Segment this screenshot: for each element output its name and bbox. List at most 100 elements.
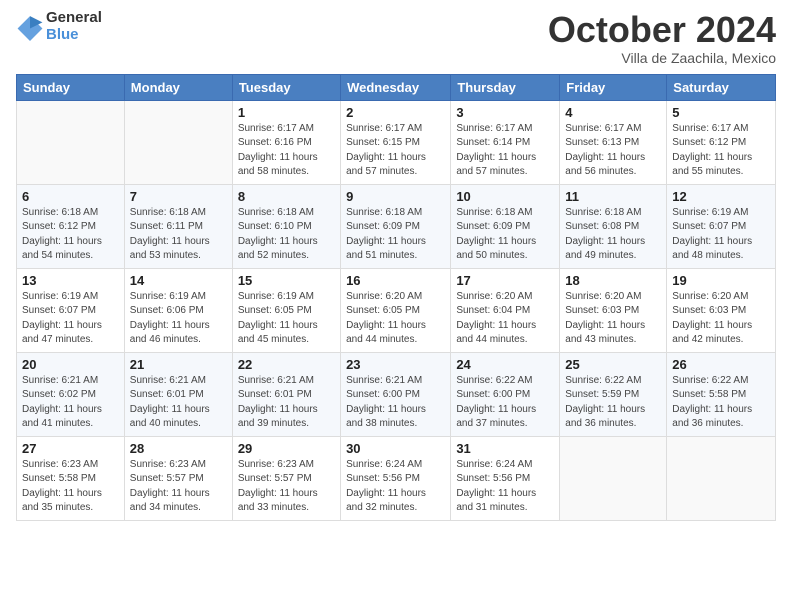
weekday-header-wednesday: Wednesday <box>341 74 451 100</box>
day-number: 30 <box>346 441 445 456</box>
day-number: 13 <box>22 273 119 288</box>
day-number: 29 <box>238 441 335 456</box>
weekday-header-friday: Friday <box>560 74 667 100</box>
calendar-header: SundayMondayTuesdayWednesdayThursdayFrid… <box>17 74 776 100</box>
weekday-header-tuesday: Tuesday <box>232 74 340 100</box>
calendar-cell: 9 Sunrise: 6:18 AM Sunset: 6:09 PM Daylig… <box>341 184 451 268</box>
day-info: Sunrise: 6:20 AM Sunset: 6:03 PM Dayligh… <box>672 290 770 348</box>
month-title: October 2024 <box>548 10 776 50</box>
day-info: Sunrise: 6:21 AM Sunset: 6:01 PM Dayligh… <box>238 374 335 432</box>
calendar-cell: 19Sunrise: 6:20 AM Sunset: 6:03 PM Dayli… <box>667 268 776 352</box>
logo-blue-text: Blue <box>46 27 102 44</box>
day-number: 5 <box>672 105 770 120</box>
location-subtitle: Villa de Zaachila, Mexico <box>548 50 776 66</box>
day-info: Sunrise: 6:19 AM Sunset: 6:07 PM Dayligh… <box>672 206 770 264</box>
day-number: 2 <box>346 105 445 120</box>
day-info: Sunrise: 6:18 AM Sunset: 6:11 PM Dayligh… <box>130 206 227 264</box>
calendar-cell: 13 Sunrise: 6:19 AM Sunset: 6:07 PM Dayli… <box>17 268 125 352</box>
calendar-cell: 26 Sunrise: 6:22 AM Sunset: 5:58 PM Dayli… <box>667 352 776 436</box>
day-number: 12 <box>672 189 770 204</box>
calendar-cell: 2 Sunrise: 6:17 AM Sunset: 6:15 PM Daylig… <box>341 100 451 184</box>
day-number: 8 <box>238 189 335 204</box>
calendar-cell: 29 Sunrise: 6:23 AM Sunset: 5:57 PM Dayli… <box>232 436 340 520</box>
day-number: 25 <box>565 357 661 372</box>
day-info: Sunrise: 6:23 AM Sunset: 5:57 PM Dayligh… <box>238 458 335 516</box>
day-number: 23 <box>346 357 445 372</box>
day-info: Sunrise: 6:19 AM Sunset: 6:06 PM Dayligh… <box>130 290 227 348</box>
calendar-cell: 1 Sunrise: 6:17 AM Sunset: 6:16 PM Daylig… <box>232 100 340 184</box>
day-number: 24 <box>456 357 554 372</box>
day-number: 10 <box>456 189 554 204</box>
calendar-cell: 8 Sunrise: 6:18 AM Sunset: 6:10 PM Daylig… <box>232 184 340 268</box>
day-info: Sunrise: 6:17 AM Sunset: 6:14 PM Dayligh… <box>456 122 554 180</box>
day-number: 28 <box>130 441 227 456</box>
day-info: Sunrise: 6:17 AM Sunset: 6:13 PM Dayligh… <box>565 122 661 180</box>
day-number: 1 <box>238 105 335 120</box>
day-info: Sunrise: 6:18 AM Sunset: 6:12 PM Dayligh… <box>22 206 119 264</box>
day-info: Sunrise: 6:22 AM Sunset: 6:00 PM Dayligh… <box>456 374 554 432</box>
week-row-1: 1 Sunrise: 6:17 AM Sunset: 6:16 PM Daylig… <box>17 100 776 184</box>
calendar-body: 1 Sunrise: 6:17 AM Sunset: 6:16 PM Daylig… <box>17 100 776 520</box>
day-number: 26 <box>672 357 770 372</box>
day-number: 6 <box>22 189 119 204</box>
calendar-cell: 23 Sunrise: 6:21 AM Sunset: 6:00 PM Dayli… <box>341 352 451 436</box>
calendar-cell: 22 Sunrise: 6:21 AM Sunset: 6:01 PM Dayli… <box>232 352 340 436</box>
day-info: Sunrise: 6:24 AM Sunset: 5:56 PM Dayligh… <box>456 458 554 516</box>
calendar-cell: 10 Sunrise: 6:18 AM Sunset: 6:09 PM Dayli… <box>451 184 560 268</box>
calendar-cell: 7Sunrise: 6:18 AM Sunset: 6:11 PM Daylig… <box>124 184 232 268</box>
day-number: 22 <box>238 357 335 372</box>
day-number: 21 <box>130 357 227 372</box>
calendar-cell: 27 Sunrise: 6:23 AM Sunset: 5:58 PM Dayli… <box>17 436 125 520</box>
day-info: Sunrise: 6:21 AM Sunset: 6:02 PM Dayligh… <box>22 374 119 432</box>
day-info: Sunrise: 6:22 AM Sunset: 5:58 PM Dayligh… <box>672 374 770 432</box>
calendar-cell: 21 Sunrise: 6:21 AM Sunset: 6:01 PM Dayli… <box>124 352 232 436</box>
day-number: 18 <box>565 273 661 288</box>
week-row-5: 27 Sunrise: 6:23 AM Sunset: 5:58 PM Dayli… <box>17 436 776 520</box>
logo-text: General Blue <box>46 10 102 43</box>
day-info: Sunrise: 6:20 AM Sunset: 6:05 PM Dayligh… <box>346 290 445 348</box>
day-number: 16 <box>346 273 445 288</box>
calendar-cell: 17 Sunrise: 6:20 AM Sunset: 6:04 PM Dayli… <box>451 268 560 352</box>
calendar-cell: 28Sunrise: 6:23 AM Sunset: 5:57 PM Dayli… <box>124 436 232 520</box>
day-info: Sunrise: 6:17 AM Sunset: 6:12 PM Dayligh… <box>672 122 770 180</box>
day-info: Sunrise: 6:24 AM Sunset: 5:56 PM Dayligh… <box>346 458 445 516</box>
day-number: 17 <box>456 273 554 288</box>
day-info: Sunrise: 6:23 AM Sunset: 5:58 PM Dayligh… <box>22 458 119 516</box>
weekday-header-monday: Monday <box>124 74 232 100</box>
day-info: Sunrise: 6:19 AM Sunset: 6:05 PM Dayligh… <box>238 290 335 348</box>
day-info: Sunrise: 6:18 AM Sunset: 6:08 PM Dayligh… <box>565 206 661 264</box>
calendar-page: General Blue October 2024 Villa de Zaach… <box>0 0 792 612</box>
calendar-cell: 6 Sunrise: 6:18 AM Sunset: 6:12 PM Daylig… <box>17 184 125 268</box>
day-number: 31 <box>456 441 554 456</box>
day-info: Sunrise: 6:19 AM Sunset: 6:07 PM Dayligh… <box>22 290 119 348</box>
day-info: Sunrise: 6:21 AM Sunset: 6:01 PM Dayligh… <box>130 374 227 432</box>
calendar-cell <box>124 100 232 184</box>
day-info: Sunrise: 6:18 AM Sunset: 6:09 PM Dayligh… <box>456 206 554 264</box>
week-row-3: 13 Sunrise: 6:19 AM Sunset: 6:07 PM Dayli… <box>17 268 776 352</box>
calendar-table: SundayMondayTuesdayWednesdayThursdayFrid… <box>16 74 776 521</box>
day-info: Sunrise: 6:21 AM Sunset: 6:00 PM Dayligh… <box>346 374 445 432</box>
day-number: 11 <box>565 189 661 204</box>
calendar-cell: 25Sunrise: 6:22 AM Sunset: 5:59 PM Dayli… <box>560 352 667 436</box>
day-info: Sunrise: 6:18 AM Sunset: 6:10 PM Dayligh… <box>238 206 335 264</box>
calendar-cell: 5 Sunrise: 6:17 AM Sunset: 6:12 PM Daylig… <box>667 100 776 184</box>
weekday-header-thursday: Thursday <box>451 74 560 100</box>
calendar-cell: 12 Sunrise: 6:19 AM Sunset: 6:07 PM Dayli… <box>667 184 776 268</box>
weekday-header-saturday: Saturday <box>667 74 776 100</box>
day-info: Sunrise: 6:20 AM Sunset: 6:04 PM Dayligh… <box>456 290 554 348</box>
day-number: 14 <box>130 273 227 288</box>
calendar-cell <box>17 100 125 184</box>
week-row-2: 6 Sunrise: 6:18 AM Sunset: 6:12 PM Daylig… <box>17 184 776 268</box>
title-block: October 2024 Villa de Zaachila, Mexico <box>548 10 776 66</box>
calendar-cell: 18Sunrise: 6:20 AM Sunset: 6:03 PM Dayli… <box>560 268 667 352</box>
day-info: Sunrise: 6:17 AM Sunset: 6:15 PM Dayligh… <box>346 122 445 180</box>
day-number: 9 <box>346 189 445 204</box>
day-info: Sunrise: 6:18 AM Sunset: 6:09 PM Dayligh… <box>346 206 445 264</box>
calendar-cell: 31 Sunrise: 6:24 AM Sunset: 5:56 PM Dayli… <box>451 436 560 520</box>
day-number: 27 <box>22 441 119 456</box>
calendar-cell: 24 Sunrise: 6:22 AM Sunset: 6:00 PM Dayli… <box>451 352 560 436</box>
weekday-row: SundayMondayTuesdayWednesdayThursdayFrid… <box>17 74 776 100</box>
day-number: 4 <box>565 105 661 120</box>
day-info: Sunrise: 6:17 AM Sunset: 6:16 PM Dayligh… <box>238 122 335 180</box>
day-number: 20 <box>22 357 119 372</box>
